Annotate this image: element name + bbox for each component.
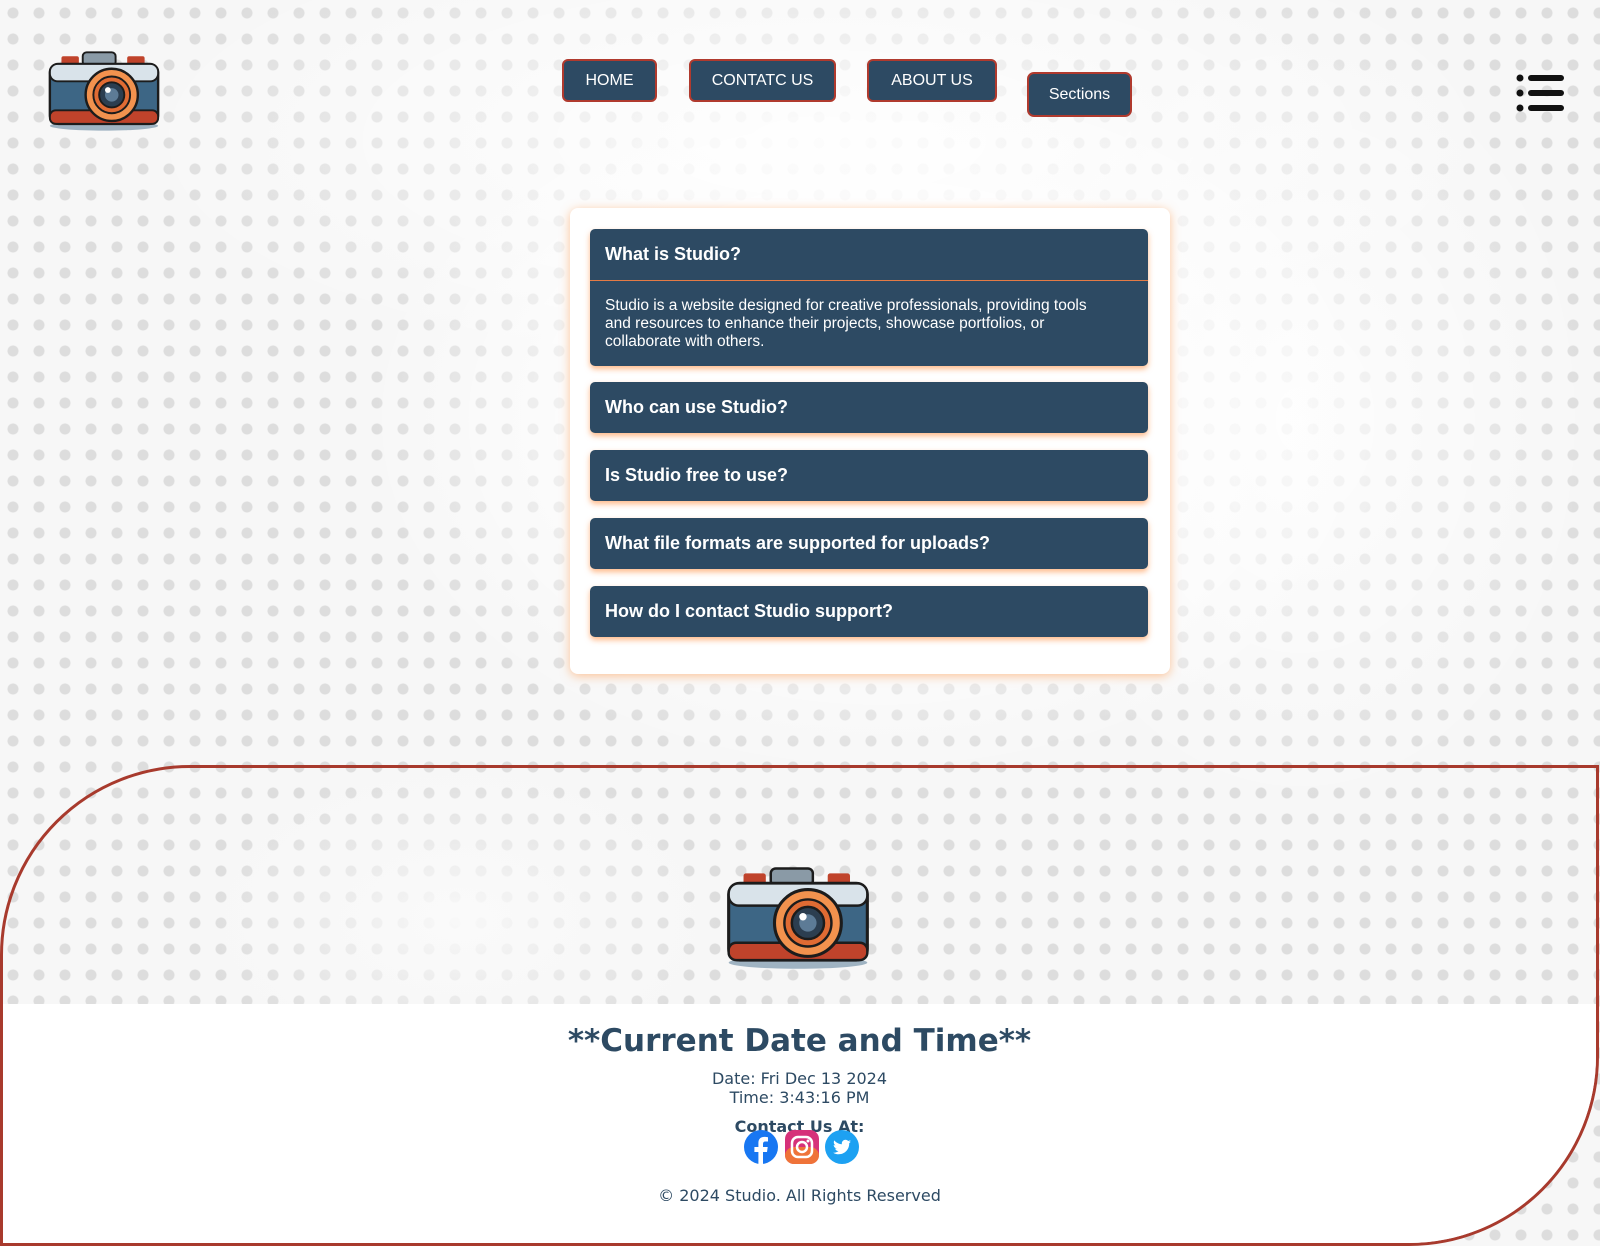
faq-question[interactable]: Who can use Studio? xyxy=(590,382,1148,433)
faq-question[interactable]: What file formats are supported for uplo… xyxy=(590,518,1148,569)
footer: **Current Date and Time** Date: Fri Dec … xyxy=(0,765,1599,1246)
twitter-icon[interactable] xyxy=(824,1129,860,1165)
faq-card: What is Studio? Studio is a website desi… xyxy=(570,208,1170,674)
list-menu-icon[interactable] xyxy=(1516,74,1564,112)
datetime-title: **Current Date and Time** xyxy=(567,1023,1032,1059)
faq-question[interactable]: Is Studio free to use? xyxy=(590,450,1148,501)
faq-question[interactable]: What is Studio? xyxy=(590,229,1148,280)
faq-item[interactable]: What is Studio? Studio is a website desi… xyxy=(590,229,1148,366)
instagram-icon[interactable] xyxy=(784,1129,820,1165)
camera-icon xyxy=(723,866,873,970)
faq-item[interactable]: Who can use Studio? xyxy=(590,382,1148,433)
faq-item[interactable]: Is Studio free to use? xyxy=(590,450,1148,501)
current-time: Time: 3:43:16 PM xyxy=(729,1088,870,1107)
nav-home-button[interactable]: HOME xyxy=(562,59,657,102)
faq-item[interactable]: How do I contact Studio support? xyxy=(590,586,1148,637)
faq-answer: Studio is a website designed for creativ… xyxy=(590,280,1148,366)
facebook-icon[interactable] xyxy=(743,1129,779,1165)
faq-question[interactable]: How do I contact Studio support? xyxy=(590,586,1148,637)
nav-contact-button[interactable]: CONTATC US xyxy=(689,59,836,102)
current-date: Date: Fri Dec 13 2024 xyxy=(711,1069,888,1088)
copyright-text: © 2024 Studio. All Rights Reserved xyxy=(658,1186,941,1205)
camera-logo-icon[interactable] xyxy=(46,50,162,132)
faq-item[interactable]: What file formats are supported for uplo… xyxy=(590,518,1148,569)
nav-sections-button[interactable]: Sections xyxy=(1027,72,1132,117)
nav-about-button[interactable]: ABOUT US xyxy=(867,59,997,102)
